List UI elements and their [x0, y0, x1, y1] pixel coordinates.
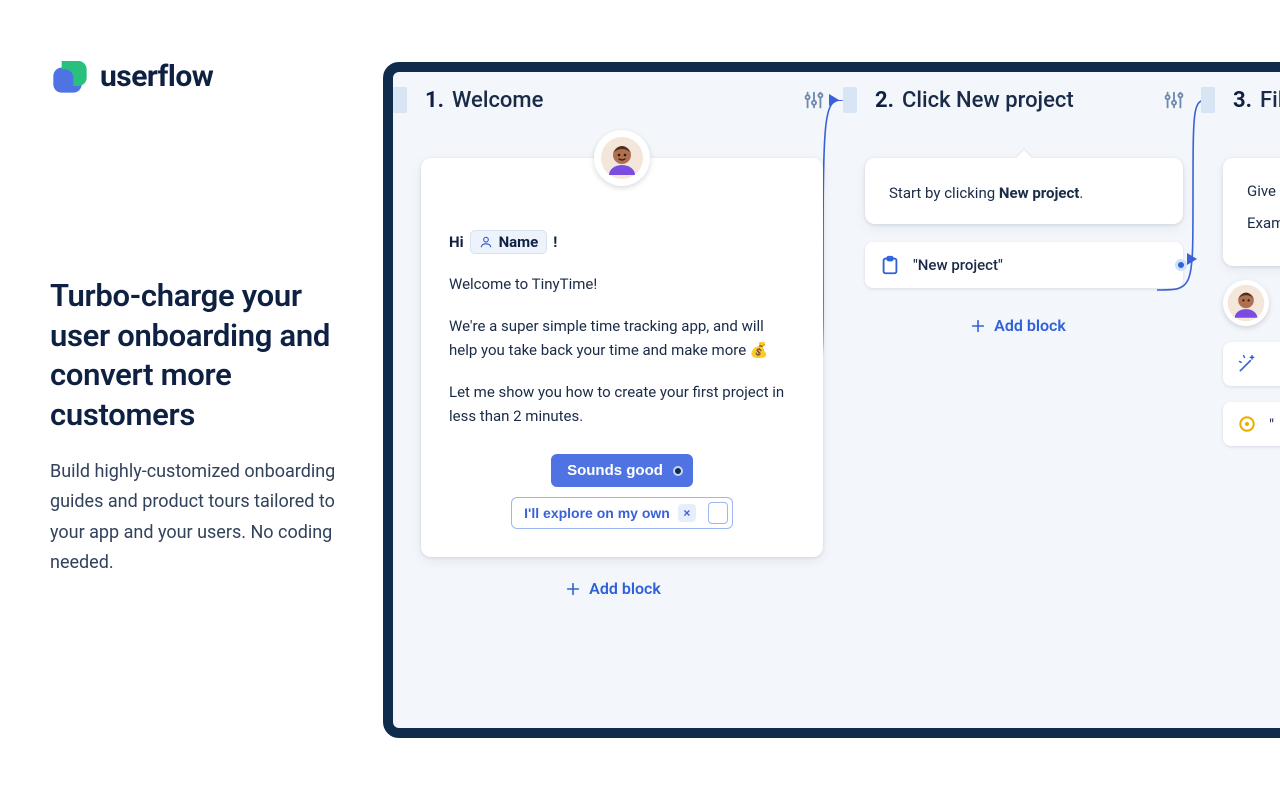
step-title: Click New project	[902, 88, 1074, 113]
clipboard-icon	[879, 254, 901, 276]
step-number: 1.	[425, 88, 444, 113]
plus-icon	[565, 581, 581, 597]
greeting-line: Hi Name !	[449, 230, 795, 254]
step-number: 3.	[1233, 88, 1252, 113]
hero-subtitle: Build highly-customized onboarding guide…	[50, 457, 350, 579]
sounds-good-label: Sounds good	[567, 462, 663, 479]
welcome-para-2: We're a super simple time tracking app, …	[449, 314, 795, 362]
flow-output-handle[interactable]	[1175, 259, 1187, 271]
tooltip-arrow-icon	[1015, 150, 1033, 159]
add-block-button[interactable]: Add block	[393, 579, 833, 598]
explore-label: I'll explore on my own	[524, 505, 670, 521]
flow-step-1[interactable]: 1. Welcome	[393, 72, 833, 598]
step-title: Fill	[1260, 88, 1280, 113]
userflow-logo-icon	[50, 56, 90, 96]
greeting-suffix: !	[553, 233, 557, 251]
target-ring-icon	[1237, 414, 1257, 434]
tooltip-card[interactable]: Give Exam	[1223, 158, 1280, 266]
target-label: "New project"	[913, 256, 1003, 274]
flow-step-3[interactable]: 3. Fill Give Exam	[1201, 72, 1280, 446]
plus-icon	[970, 318, 986, 334]
arrow-right-icon	[1187, 253, 1197, 265]
welcome-card[interactable]: Hi Name ! Welcome to TinyTime! We're a s…	[421, 158, 823, 557]
add-block-label: Add block	[994, 316, 1066, 335]
step-title: Welcome	[452, 88, 543, 113]
highlight-quote: "	[1269, 415, 1274, 434]
step3-line1: Give	[1247, 182, 1280, 200]
magic-wand-icon	[1237, 354, 1257, 374]
sounds-good-button[interactable]: Sounds good	[551, 454, 693, 487]
welcome-para-3: Let me show you how to create your first…	[449, 380, 795, 428]
highlight-block[interactable]: "	[1223, 402, 1280, 446]
name-variable-chip[interactable]: Name	[470, 230, 548, 254]
step-marker	[1201, 87, 1215, 113]
brand-logo: userflow	[50, 56, 350, 96]
tooltip-text: Start by clicking New project.	[889, 184, 1159, 202]
arrow-right-icon	[829, 94, 839, 106]
sliders-icon[interactable]	[803, 89, 825, 111]
explore-button[interactable]: I'll explore on my own ×	[511, 497, 733, 529]
add-block-label: Add block	[589, 579, 661, 598]
flow-output-handle[interactable]	[673, 466, 683, 476]
autofill-block[interactable]	[1223, 342, 1280, 386]
name-chip-label: Name	[499, 233, 539, 251]
step-number: 2.	[875, 88, 894, 113]
tooltip-card[interactable]: Start by clicking New project.	[865, 158, 1183, 224]
target-element-block[interactable]: "New project"	[865, 242, 1183, 288]
hero-title: Turbo-charge your user onboarding and co…	[50, 276, 350, 435]
sliders-icon[interactable]	[1163, 89, 1185, 111]
step3-line2: Exam	[1247, 214, 1280, 232]
brand-name: userflow	[100, 59, 213, 94]
avatar-icon	[599, 135, 645, 181]
avatar-icon	[1226, 283, 1266, 323]
drag-handle[interactable]	[708, 502, 728, 524]
flow-editor-window: 1. Welcome	[383, 62, 1280, 738]
greeting-prefix: Hi	[449, 233, 464, 251]
user-icon	[479, 235, 493, 249]
step-marker	[843, 87, 857, 113]
flow-step-2[interactable]: 2. Click New project Start by clicking N…	[843, 72, 1193, 335]
close-icon[interactable]: ×	[678, 504, 696, 522]
avatar	[594, 130, 650, 186]
avatar	[1223, 280, 1269, 326]
welcome-para-1: Welcome to TinyTime!	[449, 272, 795, 296]
step-marker	[393, 87, 407, 113]
add-block-button[interactable]: Add block	[843, 316, 1193, 335]
